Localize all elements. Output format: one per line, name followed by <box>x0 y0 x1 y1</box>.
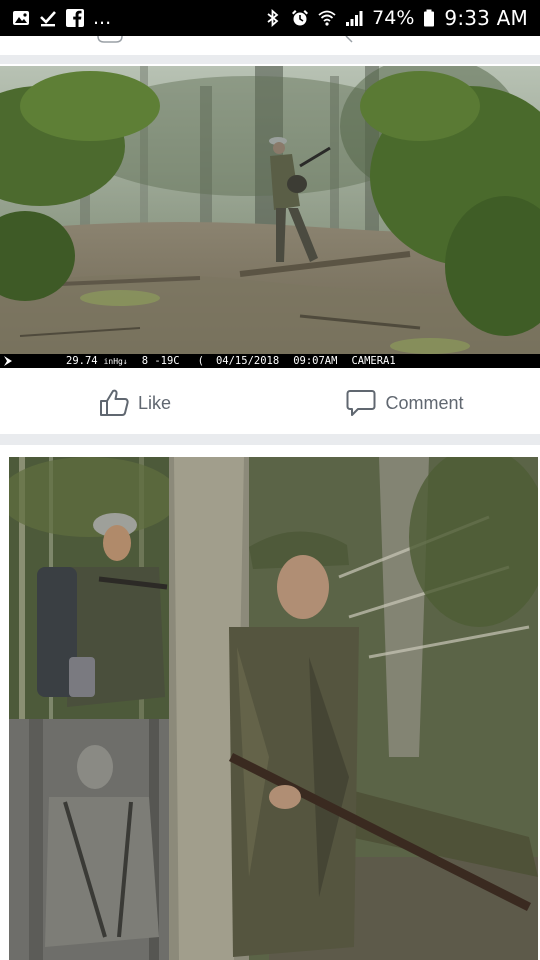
pressure-trend: ↓ <box>122 356 128 366</box>
battery-icon <box>424 9 435 27</box>
pressure-unit: inHg <box>103 356 123 366</box>
comment-bubble-icon <box>346 390 376 416</box>
browning-logo-icon <box>4 356 12 366</box>
trail-camera-image <box>0 66 540 368</box>
moon-phase-icon: ( <box>197 355 204 367</box>
collage-image <box>9 457 538 960</box>
feed-divider <box>0 55 540 64</box>
signal-icon <box>346 11 363 26</box>
battery-percent: 74% <box>372 7 415 29</box>
temperature: 8 -19C <box>141 355 180 367</box>
bluetooth-icon <box>267 9 279 27</box>
camera-stamp: 29.74 inHg ↓ 8 -19C ( 04/15/2018 09:07AM… <box>0 354 540 368</box>
alarm-icon <box>292 10 309 26</box>
like-label: Like <box>137 392 172 413</box>
status-bar: ... 74% 9:33 AM <box>0 0 540 36</box>
comment-button[interactable]: Comment <box>270 389 540 417</box>
previous-post-remnant <box>0 35 540 55</box>
status-left: ... <box>12 7 111 29</box>
clock: 9:33 AM <box>444 6 528 30</box>
pressure-value: 29.74 <box>66 355 98 367</box>
trail-camera-photo[interactable]: 29.74 inHg ↓ 8 -19C ( 04/15/2018 09:07AM… <box>0 66 540 368</box>
post-trail-camera: 29.74 inHg ↓ 8 -19C ( 04/15/2018 09:07AM… <box>0 64 540 434</box>
post-actions: Like Comment <box>0 378 540 428</box>
photo-collage[interactable] <box>9 457 538 960</box>
feed-divider <box>0 434 540 445</box>
stamp-time: 09:07AM <box>293 355 338 367</box>
thumbs-up-icon <box>99 389 129 416</box>
gallery-icon <box>13 11 29 25</box>
post-photo-collage <box>0 445 540 960</box>
previous-post-edge <box>97 35 353 43</box>
facebook-icon <box>66 9 84 27</box>
overflow-indicator: ... <box>93 7 112 29</box>
stamp-date: 04/15/2018 <box>215 355 280 367</box>
like-button[interactable]: Like <box>0 389 270 417</box>
comment-label: Comment <box>385 392 464 413</box>
download-check-icon <box>40 11 56 27</box>
wifi-icon <box>318 10 336 26</box>
camera-id: CAMERA1 <box>351 355 396 367</box>
status-right: 74% 9:33 AM <box>264 6 528 30</box>
